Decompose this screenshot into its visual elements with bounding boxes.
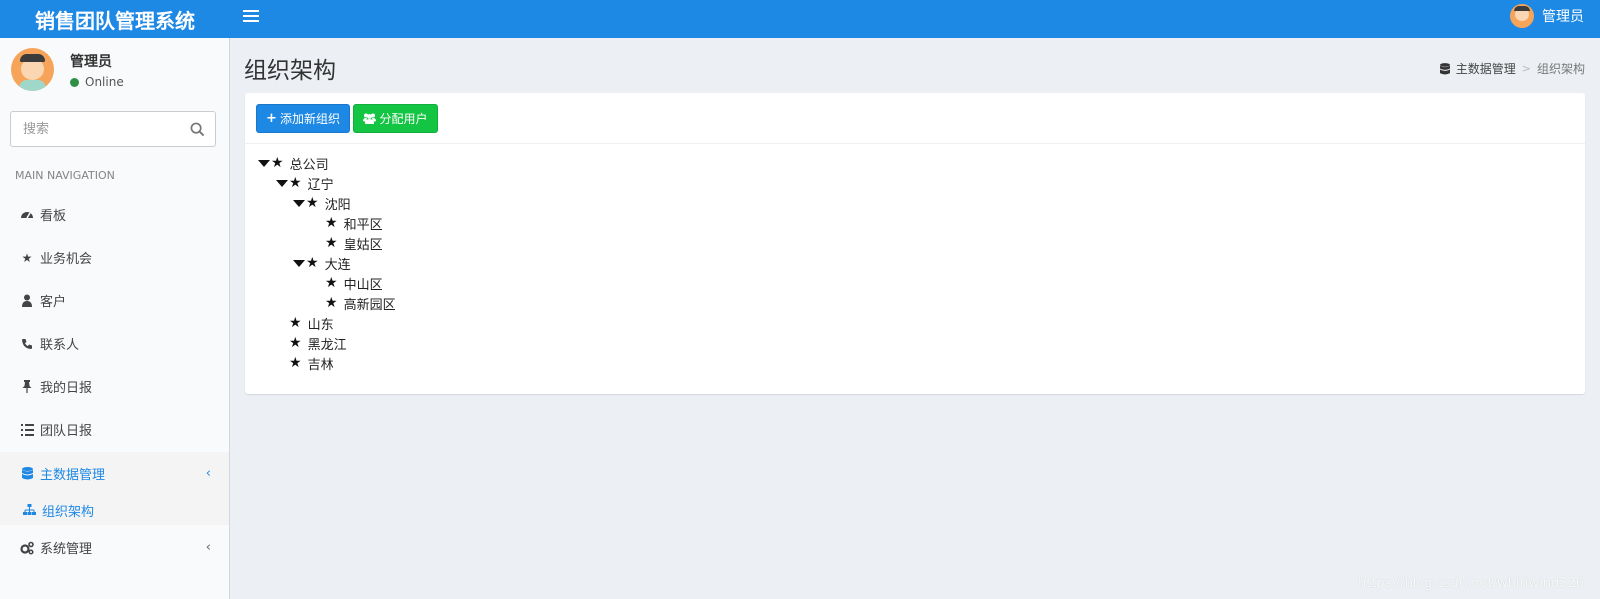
phone-icon (20, 337, 34, 351)
user-avatar (11, 48, 54, 91)
tree-node[interactable]: ★ 辽宁 (275, 173, 334, 193)
star-icon: ★ (289, 355, 302, 371)
panel-toolbar: + 添加新组织 分配用户 (245, 93, 1585, 144)
sidebar-search (10, 111, 216, 147)
breadcrumb: 主数据管理 > 组织架构 (1439, 60, 1585, 77)
database-icon (1439, 62, 1450, 74)
chevron-left-icon: ‹ (205, 466, 211, 481)
user-status: Online (70, 75, 124, 89)
sidebar: 管理员 Online MAIN NAVIGATION 看板 ★ 业务机会 客户 … (0, 38, 230, 599)
tree-node[interactable]: ★ 皇姑区 (325, 233, 383, 253)
sidebar-item-team-daily-report[interactable]: 团队日报 (0, 408, 229, 451)
top-user-name: 管理员 (1542, 9, 1584, 25)
caret-down-icon[interactable] (292, 198, 306, 208)
sidebar-item-label: 看板 (40, 209, 67, 224)
database-icon (20, 467, 34, 481)
tree-node-label[interactable]: 皇姑区 (344, 234, 383, 253)
star-icon: ★ (271, 155, 284, 171)
star-icon: ★ (306, 195, 319, 211)
page-title: 组织架构 (244, 58, 336, 84)
tree-node-label[interactable]: 中山区 (344, 274, 383, 293)
tree-node-label[interactable]: 山东 (308, 314, 334, 333)
sidebar-item-label: 系统管理 (40, 542, 93, 557)
top-user-menu[interactable]: 管理员 (1510, 3, 1584, 29)
tree-node-label[interactable]: 高新园区 (344, 294, 396, 313)
sidebar-item-contacts[interactable]: 联系人 (0, 322, 229, 365)
tree-node-label[interactable]: 辽宁 (308, 174, 334, 193)
search-icon[interactable] (190, 122, 205, 137)
sidebar-item-label: 客户 (40, 295, 67, 310)
user-tie-icon (20, 294, 34, 308)
breadcrumb-separator: > (1521, 62, 1531, 75)
sidebar-item-dashboard[interactable]: 看板 (0, 193, 229, 236)
star-icon: ★ (289, 335, 302, 351)
tree-node[interactable]: ★ 中山区 (325, 273, 383, 293)
sidebar-item-label: 我的日报 (40, 381, 93, 396)
sidebar-item-system-management[interactable]: 系统管理 ‹ (0, 526, 229, 569)
nav-header: MAIN NAVIGATION (15, 169, 115, 182)
sidebar-item-label: 联系人 (40, 338, 80, 353)
tree-node-label[interactable]: 吉林 (308, 354, 334, 373)
tree-node-label[interactable]: 大连 (325, 254, 351, 273)
assign-user-label: 分配用户 (379, 112, 428, 126)
star-icon: ★ (325, 235, 338, 251)
online-dot-icon (70, 77, 79, 87)
tree-node[interactable]: ★ 吉林 (289, 353, 334, 373)
dashboard-icon (20, 208, 34, 222)
star-icon: ★ (325, 295, 338, 311)
add-org-button[interactable]: + 添加新组织 (256, 104, 350, 133)
user-status-label: Online (85, 75, 124, 89)
sidebar-item-label: 业务机会 (40, 252, 93, 267)
breadcrumb-current: 组织架构 (1536, 62, 1585, 76)
add-org-label: 添加新组织 (279, 112, 340, 126)
caret-down-icon[interactable] (292, 258, 306, 268)
org-structure-panel: + 添加新组织 分配用户 ★ 总公司 ★ 辽宁 ★ 沈阳 ★ 和平区 ★ 皇姑区… (245, 93, 1585, 394)
sidebar-item-my-daily-report[interactable]: 我的日报 (0, 365, 229, 408)
tree-node-label[interactable]: 沈阳 (325, 194, 351, 213)
sidebar-item-customers[interactable]: 客户 (0, 279, 229, 322)
chevron-left-icon: ‹ (205, 540, 211, 555)
star-icon: ★ (21, 250, 33, 265)
cogs-icon (20, 541, 34, 555)
sidebar-item-master-data[interactable]: 主数据管理 ‹ (0, 452, 229, 495)
tree-node-label[interactable]: 总公司 (290, 154, 329, 173)
avatar (1510, 4, 1534, 28)
app-logo[interactable]: 销售团队管理系统 (0, 0, 230, 38)
sidebar-item-label: 团队日报 (40, 424, 93, 439)
tree-node[interactable]: ★ 高新园区 (325, 293, 396, 313)
thumbtack-icon (20, 380, 34, 394)
hamburger-menu-icon[interactable] (243, 10, 259, 26)
sidebar-item-label: 主数据管理 (40, 468, 106, 483)
star-icon: ★ (325, 275, 338, 291)
tree-node[interactable]: ★ 总公司 (257, 153, 329, 173)
watermark: https://blog.csdn.net/whirlwind526 (1357, 576, 1584, 591)
star-icon: ★ (289, 315, 302, 331)
search-input[interactable] (11, 112, 181, 146)
user-name: 管理员 (70, 54, 112, 70)
tree-node-label[interactable]: 黑龙江 (308, 334, 347, 353)
breadcrumb-item[interactable]: 主数据管理 (1456, 60, 1516, 77)
plus-icon: + (266, 111, 277, 126)
sitemap-icon (22, 503, 36, 517)
tree-node[interactable]: ★ 黑龙江 (289, 333, 347, 353)
tree-node[interactable]: ★ 沈阳 (292, 193, 351, 213)
user-panel: 管理员 Online (0, 38, 230, 106)
list-icon (20, 423, 34, 437)
tree-node[interactable]: ★ 和平区 (325, 213, 383, 233)
assign-user-button[interactable]: 分配用户 (353, 104, 438, 133)
star-icon: ★ (325, 215, 338, 231)
users-icon (363, 113, 377, 124)
sidebar-subitem-org-structure[interactable]: 组织架构 (0, 495, 229, 525)
tree-node-label[interactable]: 和平区 (344, 214, 383, 233)
star-icon: ★ (289, 175, 302, 191)
sidebar-subitem-label: 组织架构 (42, 504, 95, 520)
top-header: 销售团队管理系统 管理员 (0, 0, 1600, 38)
caret-down-icon[interactable] (275, 178, 289, 188)
star-icon: ★ (306, 255, 319, 271)
sidebar-item-opportunities[interactable]: ★ 业务机会 (0, 236, 229, 279)
caret-down-icon[interactable] (257, 158, 271, 168)
tree-node[interactable]: ★ 大连 (292, 253, 351, 273)
tree-node[interactable]: ★ 山东 (289, 313, 334, 333)
